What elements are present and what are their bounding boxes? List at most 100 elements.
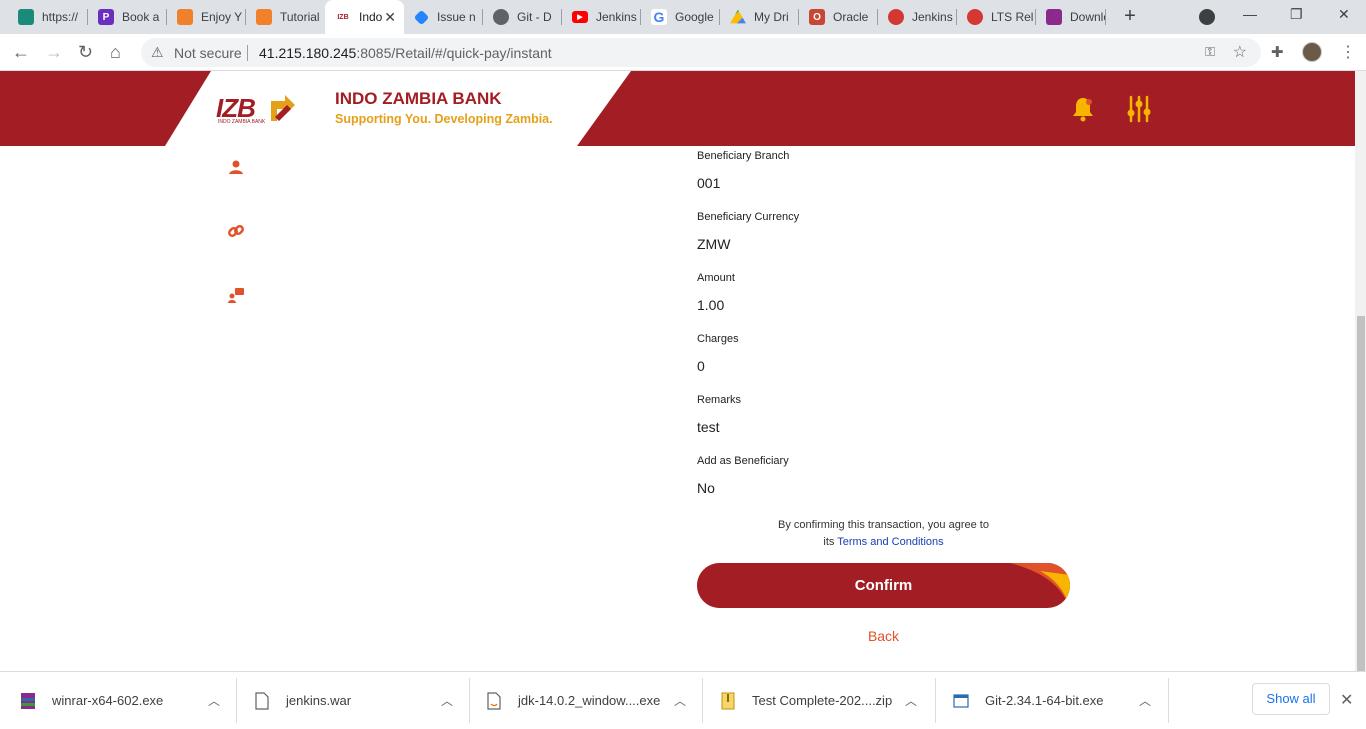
minimize-icon[interactable]: — <box>1243 6 1257 22</box>
add-as-beneficiary-label: Add as Beneficiary <box>697 455 789 467</box>
restore-icon[interactable]: ❐ <box>1290 6 1303 23</box>
settings-sliders-icon[interactable] <box>1127 95 1151 123</box>
terms-notice: By confirming this transaction, you agre… <box>697 517 1070 551</box>
chevron-up-icon[interactable]: ︿ <box>905 692 917 709</box>
jenkins-icon <box>888 9 904 25</box>
orange-logo-icon <box>256 9 272 25</box>
charges-label: Charges <box>697 333 739 345</box>
tab-label: LTS Rel <box>991 10 1034 24</box>
address-bar[interactable]: ⚠ Not secure 41.215.180.245:8085/Retail/… <box>141 38 1261 67</box>
terms-line1: By confirming this transaction, you agre… <box>778 519 989 531</box>
bookmark-star-icon[interactable]: ☆ <box>1233 42 1247 62</box>
download-filename: jenkins.war <box>286 693 352 708</box>
tab-label: My Dri <box>754 10 789 24</box>
back-arrow-icon[interactable]: ← <box>12 42 30 62</box>
support-chat-icon[interactable] <box>228 287 244 303</box>
download-item[interactable]: Test Complete-202....zip ︿ <box>720 672 935 729</box>
browser-tab[interactable]: P Book a <box>88 0 167 34</box>
notification-bell-icon[interactable] <box>1071 96 1095 122</box>
reload-icon[interactable]: ↻ <box>78 42 93 62</box>
extensions-puzzle-icon[interactable]: ✚ <box>1271 43 1284 61</box>
izb-logo-subtext: INDO ZAMBIA BANK <box>218 119 266 125</box>
leaf-icon <box>18 9 34 25</box>
globe-icon <box>493 9 509 25</box>
tab-label: Enjoy Y <box>201 10 243 24</box>
show-all-button[interactable]: Show all <box>1252 683 1330 715</box>
jira-icon <box>413 9 430 25</box>
link-icon[interactable] <box>228 223 244 239</box>
confirm-label: Confirm <box>854 577 913 594</box>
browser-tab[interactable]: Enjoy Y <box>167 0 246 34</box>
browser-tab[interactable]: G Google <box>641 0 720 34</box>
kebab-menu-icon[interactable]: ⋮ <box>1340 42 1356 62</box>
chevron-up-icon[interactable]: ︿ <box>674 692 686 709</box>
new-tab-button[interactable]: + <box>1118 4 1142 28</box>
tab-label: Tutorial <box>280 10 320 24</box>
browser-tab[interactable]: Downlo <box>1036 0 1106 34</box>
close-icon[interactable]: ✕ <box>384 9 396 26</box>
amount-value: 1.00 <box>697 297 725 313</box>
window-close-icon[interactable]: ✕ <box>1338 6 1350 23</box>
browser-tab[interactable]: My Dri <box>720 0 799 34</box>
beneficiary-currency-value: ZMW <box>697 236 731 252</box>
browser-tab[interactable]: LTS Rel <box>957 0 1036 34</box>
browser-tab[interactable]: ▶ Jenkins <box>562 0 641 34</box>
tab-label: Oracle <box>833 10 869 24</box>
browser-toolbar: ← → ↻ ⌂ ⚠ Not secure 41.215.180.245:8085… <box>0 34 1366 71</box>
tab-label: Jenkins <box>596 10 637 24</box>
key-icon[interactable]: ⚿ <box>1205 44 1215 60</box>
confirm-button[interactable]: Confirm <box>697 563 1070 608</box>
user-icon[interactable] <box>228 159 244 175</box>
tab-label: https:// <box>42 10 79 24</box>
chevron-up-icon[interactable]: ︿ <box>208 692 220 709</box>
bank-header: IZB INDO ZAMBIA BANK INDO ZAMBIA BANK Su… <box>0 71 1366 146</box>
download-item[interactable]: jdk-14.0.2_window....exe ︿ <box>486 672 701 729</box>
browser-tab-active[interactable]: IZB Indo ✕ <box>325 0 404 34</box>
download-filename: winrar-x64-602.exe <box>52 693 164 708</box>
profile-avatar[interactable] <box>1302 42 1322 62</box>
tab-label: Git - D <box>517 10 552 24</box>
home-icon[interactable]: ⌂ <box>110 42 121 62</box>
download-item[interactable]: winrar-x64-602.exe ︿ <box>20 672 235 729</box>
browser-tab[interactable]: Jenkins <box>878 0 957 34</box>
chevron-up-icon[interactable]: ︿ <box>441 692 453 709</box>
terms-and-conditions-link[interactable]: Terms and Conditions <box>837 536 943 548</box>
oracle-icon: O <box>809 9 825 25</box>
orange-logo-icon <box>177 9 193 25</box>
tab-label: Book a <box>122 10 160 24</box>
jenkins-icon <box>967 9 983 25</box>
download-item[interactable]: jenkins.war ︿ <box>254 672 469 729</box>
beneficiary-branch-label: Beneficiary Branch <box>697 150 790 162</box>
p-icon: P <box>98 9 114 25</box>
tab-search-icon[interactable] <box>1199 9 1215 25</box>
charges-value: 0 <box>697 358 705 374</box>
winrar-file-icon <box>21 692 35 709</box>
forward-arrow-icon[interactable]: → <box>45 42 63 62</box>
download-item[interactable]: Git-2.34.1-64-bit.exe ︿ <box>953 672 1168 729</box>
drive-icon <box>730 9 746 24</box>
close-download-bar-icon[interactable]: ✕ <box>1340 690 1353 710</box>
url-text[interactable]: 41.215.180.245:8085/Retail/#/quick-pay/i… <box>259 45 552 61</box>
browser-tab[interactable]: Git - D <box>483 0 562 34</box>
tab-label: Jenkins <box>912 10 953 24</box>
browser-tab[interactable]: O Oracle <box>799 0 878 34</box>
izb-icon: IZB <box>335 9 351 25</box>
chevron-up-icon[interactable]: ︿ <box>1139 692 1151 709</box>
file-icon <box>255 691 269 710</box>
tab-label: Downlo <box>1070 10 1106 24</box>
winrar-icon <box>1046 9 1062 25</box>
browser-tab[interactable]: https:// <box>8 0 88 34</box>
google-icon: G <box>651 9 667 25</box>
java-file-icon <box>487 691 501 710</box>
tab-label: Indo <box>359 10 383 24</box>
download-bar: winrar-x64-602.exe ︿ jenkins.war ︿ jdk-1… <box>0 671 1366 728</box>
url-path: :8085/Retail/#/quick-pay/instant <box>356 45 552 61</box>
browser-tab[interactable]: Tutorial <box>246 0 325 34</box>
back-button[interactable]: Back <box>697 628 1070 644</box>
scrollbar-thumb[interactable] <box>1357 316 1365 671</box>
exe-file-icon <box>953 693 969 708</box>
browser-tab[interactable]: Issue n <box>404 0 483 34</box>
download-filename: Test Complete-202....zip <box>752 693 893 708</box>
amount-label: Amount <box>697 272 735 284</box>
security-label: Not secure <box>174 45 242 61</box>
